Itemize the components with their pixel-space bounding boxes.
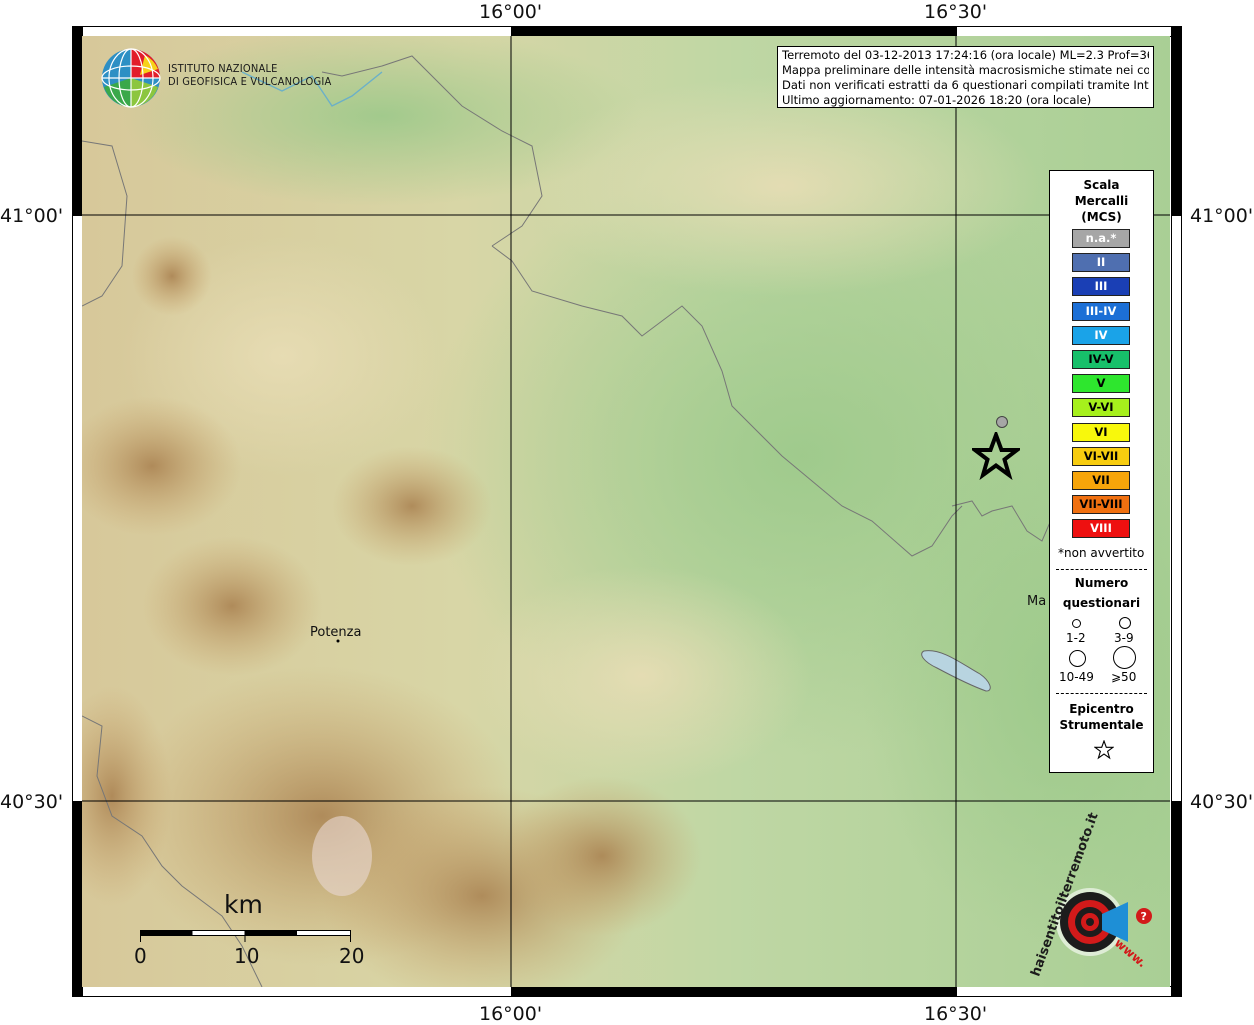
legend-title-mcs: (MCS) <box>1081 210 1122 224</box>
legend-q-range-3: 10-49 <box>1059 670 1094 684</box>
lon-label-bottom-right: 16°30' <box>924 1003 988 1025</box>
ingv-name-line2: DI GEOFISICA E VULCANOLOGIA <box>168 75 332 88</box>
legend-note: *non avvertito <box>1058 546 1145 560</box>
legend-q-range-1: 1-2 <box>1066 631 1086 645</box>
legend-swatch-6: V <box>1072 374 1130 394</box>
info-line-map: Mappa preliminare delle intensità macros… <box>782 63 1149 77</box>
legend-swatch-5: IV-V <box>1072 350 1130 369</box>
legend-swatch-2: III <box>1072 277 1130 297</box>
map-frame-bottom-left <box>72 986 512 997</box>
epicenter-marker[interactable] <box>969 429 1023 481</box>
terrain-map <box>82 36 1170 987</box>
legend-circle-large-icon <box>1069 650 1086 667</box>
ingv-name: ISTITUTO NAZIONALE DI GEOFISICA E VULCAN… <box>168 62 331 88</box>
legend-swatch-9: VI-VII <box>1072 446 1130 466</box>
earthquake-info-box: Terremoto del 03-12-2013 17:24:16 (ora l… <box>777 46 1154 108</box>
info-line-data: Dati non verificati estratti da 6 questi… <box>782 78 1149 92</box>
legend-star-icon <box>1093 739 1115 760</box>
lat-label-right-bottom: 40°30' <box>1190 791 1254 813</box>
legend-swatch-8: VI <box>1072 422 1130 442</box>
city-label-partial: Ma <box>1027 594 1047 609</box>
legend-swatch-0: n.a.* <box>1072 229 1130 248</box>
ingv-name-line1: ISTITUTO NAZIONALE <box>168 62 278 75</box>
lat-label-left-top: 41°00' <box>0 205 64 227</box>
map-frame-right-bottom <box>1171 801 1182 997</box>
scale-bar-tick-0: 0 <box>134 944 147 968</box>
legend-title-scale: Scala <box>1083 178 1120 192</box>
info-line-event: Terremoto del 03-12-2013 17:24:16 (ora l… <box>782 48 1149 62</box>
map-frame-bottom-right <box>956 986 1182 997</box>
scale-bar-tick-10: 10 <box>234 944 260 968</box>
legend-circle-xlarge-icon <box>1113 646 1136 669</box>
legend-swatch-1: II <box>1072 253 1130 273</box>
scale-bar <box>140 929 351 942</box>
info-line-updated: Ultimo aggiornamento: 07-01-2026 18:20 (… <box>782 93 1092 107</box>
scale-bar-unit: km <box>224 890 263 919</box>
svg-text:?: ? <box>1141 910 1147 923</box>
legend-separator-2 <box>1056 693 1147 694</box>
legend-swatch-3: III-IV <box>1072 301 1130 321</box>
legend-circle-medium-icon <box>1119 617 1131 629</box>
map-canvas[interactable] <box>82 36 1170 987</box>
legend-epicenter-title1: Epicentro <box>1069 702 1134 716</box>
legend-questionnaire-title1: Numero <box>1074 576 1129 590</box>
legend-swatch-11: VII-VIII <box>1072 495 1130 515</box>
lon-label-top-right: 16°30' <box>924 1 988 23</box>
legend-questionnaire-title2: questionari <box>1062 596 1141 610</box>
scale-bar-tick-20: 20 <box>339 944 365 968</box>
haisentito-logo[interactable]: ? haisentitoilterremoto.it www. <box>1028 811 1160 980</box>
legend-panel: Scala Mercalli (MCS) n.a.* II III III-IV IV I… <box>1049 170 1154 773</box>
map-frame-right-top <box>1171 26 1182 216</box>
legend-swatch-4: IV <box>1072 325 1130 345</box>
lat-label-left-bottom: 40°30' <box>0 791 64 813</box>
legend-epicenter-title2: Strumentale <box>1059 718 1144 732</box>
legend-separator-1 <box>1056 569 1147 570</box>
lat-label-right-top: 41°00' <box>1190 205 1254 227</box>
legend-title-mercalli: Mercalli <box>1074 194 1129 208</box>
legend-swatch-10: VII <box>1072 471 1130 490</box>
epicenter-star-icon <box>969 429 1023 481</box>
legend-circle-small-icon <box>1072 619 1081 628</box>
legend-swatch-7: V-VI <box>1072 398 1130 418</box>
scale-bar-graphic <box>140 930 351 942</box>
map-frame-bottom-mid <box>511 986 957 997</box>
lon-label-top-left: 16°00' <box>479 1 543 23</box>
ingv-globe-icon <box>101 48 161 108</box>
city-label-potenza: Potenza <box>310 625 362 640</box>
legend-q-range-2: 3-9 <box>1114 631 1134 645</box>
lon-label-bottom-left: 16°00' <box>479 1003 543 1025</box>
map-frame-right-mid <box>1171 215 1182 802</box>
questionnaire-marker[interactable] <box>996 416 1008 428</box>
legend-swatch-12: VIII <box>1072 519 1130 539</box>
ingv-logo <box>100 47 162 109</box>
legend-q-range-4: ⩾50 <box>1111 670 1137 684</box>
